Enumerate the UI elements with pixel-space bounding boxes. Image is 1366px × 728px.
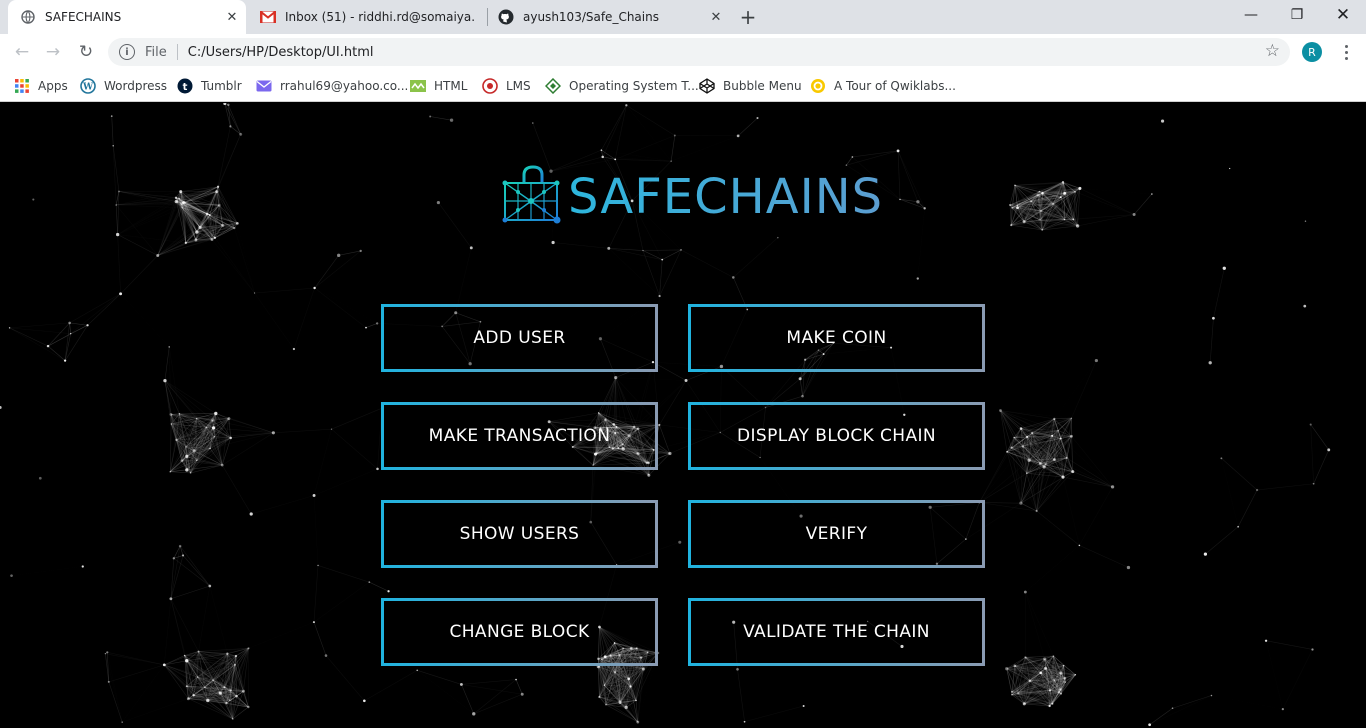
svg-text:t: t [183,82,188,93]
restore-button[interactable]: ❐ [1274,0,1320,30]
validate-the-chain-button[interactable]: VALIDATE THE CHAIN [688,598,985,666]
make-coin-button[interactable]: MAKE COIN [688,304,985,372]
gmail-icon [260,9,276,25]
bookmark-label: LMS [506,79,531,93]
url-text[interactable]: C:/Users/HP/Desktop/UI.html [188,45,374,60]
bookmark-operating-system[interactable]: Operating System T... [545,77,699,95]
profile-avatar[interactable]: R [1302,42,1322,62]
bookmark-tumblr[interactable]: t Tumblr [177,77,242,95]
bookmark-lms[interactable]: LMS [482,77,531,95]
bookmarks-bar: Apps W Wordpress t Tumblr rrahul69@yahoo… [0,70,1366,102]
tab-strip: SAFECHAINS ✕ Inbox (51) - riddhi.rd@soma… [0,0,1366,34]
url-divider [176,44,178,60]
info-icon[interactable]: i [119,44,135,60]
lms-icon [482,78,498,94]
close-tab-icon[interactable]: ✕ [224,9,240,25]
bookmark-label: Operating System T... [569,79,699,93]
brand-name: SAFECHAINS [568,169,884,225]
svg-text:W: W [82,83,94,93]
new-tab-button[interactable]: + [736,5,760,29]
bookmark-label: Bubble Menu [723,79,802,93]
tab-github[interactable]: ayush103/Safe_Chains ✕ [490,0,730,34]
bookmark-apps[interactable]: Apps [14,77,68,95]
minimize-button[interactable]: — [1228,0,1274,30]
close-window-button[interactable]: ✕ [1320,0,1366,30]
forward-arrow-icon[interactable]: → [41,40,65,64]
bookmark-label: Apps [38,79,68,93]
bookmark-wordpress[interactable]: W Wordpress [80,77,167,95]
tab-separator [487,8,488,26]
bookmark-qwiklabs[interactable]: A Tour of Qwiklabs... [810,77,956,95]
bookmark-yahoo-mail[interactable]: rrahul69@yahoo.co... [256,77,408,95]
github-icon [498,9,514,25]
bookmark-label: Wordpress [104,79,168,93]
tab-title: ayush103/Safe_Chains [523,10,659,24]
bookmark-bubble-menu[interactable]: Bubble Menu [699,77,802,95]
show-users-button[interactable]: SHOW USERS [381,500,658,568]
menu-kebab-icon[interactable] [1336,41,1356,63]
url-scheme: File [145,44,167,60]
bookmark-html[interactable]: HTML [410,77,467,95]
tab-safechains[interactable]: SAFECHAINS ✕ [8,0,246,34]
add-user-button[interactable]: ADD USER [381,304,658,372]
safechains-page: SAFECHAINS ADD USER MAKE COIN MAKE TRANS… [0,103,1366,728]
bookmark-label: HTML [434,79,468,93]
browser-toolbar: ← → ↻ i File C:/Users/HP/Desktop/UI.html… [0,34,1366,70]
codepen-icon [699,78,715,94]
tab-inbox[interactable]: Inbox (51) - riddhi.rd@somaiya.e [250,0,478,34]
close-tab-icon[interactable]: ✕ [708,9,724,25]
apps-grid-icon [14,78,30,94]
bookmark-label: A Tour of Qwiklabs... [834,79,956,93]
verify-button[interactable]: VERIFY [688,500,985,568]
reload-icon[interactable]: ↻ [74,40,98,64]
tab-title: Inbox (51) - riddhi.rd@somaiya.e [285,10,474,24]
globe-icon [20,9,36,25]
address-bar[interactable]: i File C:/Users/HP/Desktop/UI.html ☆ [108,38,1290,66]
make-transaction-button[interactable]: MAKE TRANSACTION [381,402,658,470]
display-block-chain-button[interactable]: DISPLAY BLOCK CHAIN [688,402,985,470]
qwiklabs-icon [810,78,826,94]
back-arrow-icon[interactable]: ← [10,40,34,64]
tab-title: SAFECHAINS [45,10,122,24]
wordpress-icon: W [80,78,96,94]
bookmark-label: rrahul69@yahoo.co... [280,79,409,93]
os-icon [545,78,561,94]
change-block-button[interactable]: CHANGE BLOCK [381,598,658,666]
tumblr-icon: t [177,78,193,94]
bookmark-star-icon[interactable]: ☆ [1265,41,1280,61]
mail-icon [256,78,272,94]
bookmark-label: Tumblr [201,79,242,93]
html-icon [410,78,426,94]
